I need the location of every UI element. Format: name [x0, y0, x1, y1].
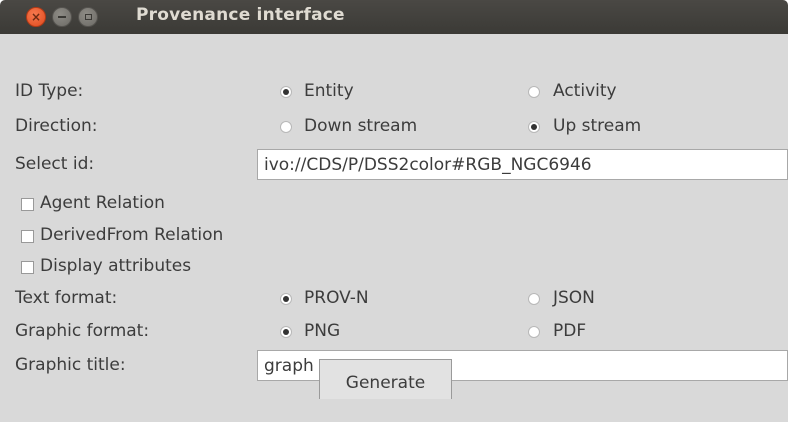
display-attributes-checkbox[interactable] — [21, 261, 34, 274]
id-type-label: ID Type: — [15, 81, 84, 101]
derivedfrom-relation-checkbox[interactable] — [21, 230, 34, 243]
generate-button[interactable]: Generate — [319, 359, 452, 399]
maximize-window-icon[interactable] — [78, 7, 98, 27]
text-format-json-label[interactable]: JSON — [553, 288, 595, 308]
agent-relation-checkbox[interactable] — [21, 198, 34, 211]
text-format-label: Text format: — [15, 288, 118, 308]
direction-downstream-radio[interactable] — [280, 121, 292, 133]
close-window-icon[interactable]: × — [26, 7, 46, 27]
display-attributes-label[interactable]: Display attributes — [40, 256, 191, 276]
graphic-title-label: Graphic title: — [15, 355, 126, 375]
text-format-provn-radio[interactable] — [280, 293, 292, 305]
direction-upstream-label[interactable]: Up stream — [553, 116, 641, 136]
graphic-format-png-label[interactable]: PNG — [304, 321, 340, 341]
minimize-window-icon[interactable] — [52, 7, 72, 27]
window-title: Provenance interface — [136, 5, 345, 25]
id-type-activity-label[interactable]: Activity — [553, 81, 617, 101]
direction-downstream-label[interactable]: Down stream — [304, 116, 417, 136]
direction-upstream-radio[interactable] — [528, 121, 540, 133]
id-type-activity-radio[interactable] — [528, 86, 540, 98]
id-type-entity-label[interactable]: Entity — [304, 81, 354, 101]
graphic-format-png-radio[interactable] — [280, 326, 292, 338]
graphic-format-label: Graphic format: — [15, 321, 150, 341]
text-format-json-radio[interactable] — [528, 293, 540, 305]
select-id-label: Select id: — [15, 154, 95, 174]
graphic-format-pdf-label[interactable]: PDF — [553, 321, 586, 341]
title-bar: × Provenance interface — [0, 0, 788, 34]
graphic-format-pdf-radio[interactable] — [528, 326, 540, 338]
agent-relation-label[interactable]: Agent Relation — [40, 193, 165, 213]
derivedfrom-relation-label[interactable]: DerivedFrom Relation — [40, 225, 223, 245]
select-id-input[interactable] — [257, 149, 788, 180]
direction-label: Direction: — [15, 116, 98, 136]
text-format-provn-label[interactable]: PROV-N — [304, 288, 369, 308]
id-type-entity-radio[interactable] — [280, 86, 292, 98]
